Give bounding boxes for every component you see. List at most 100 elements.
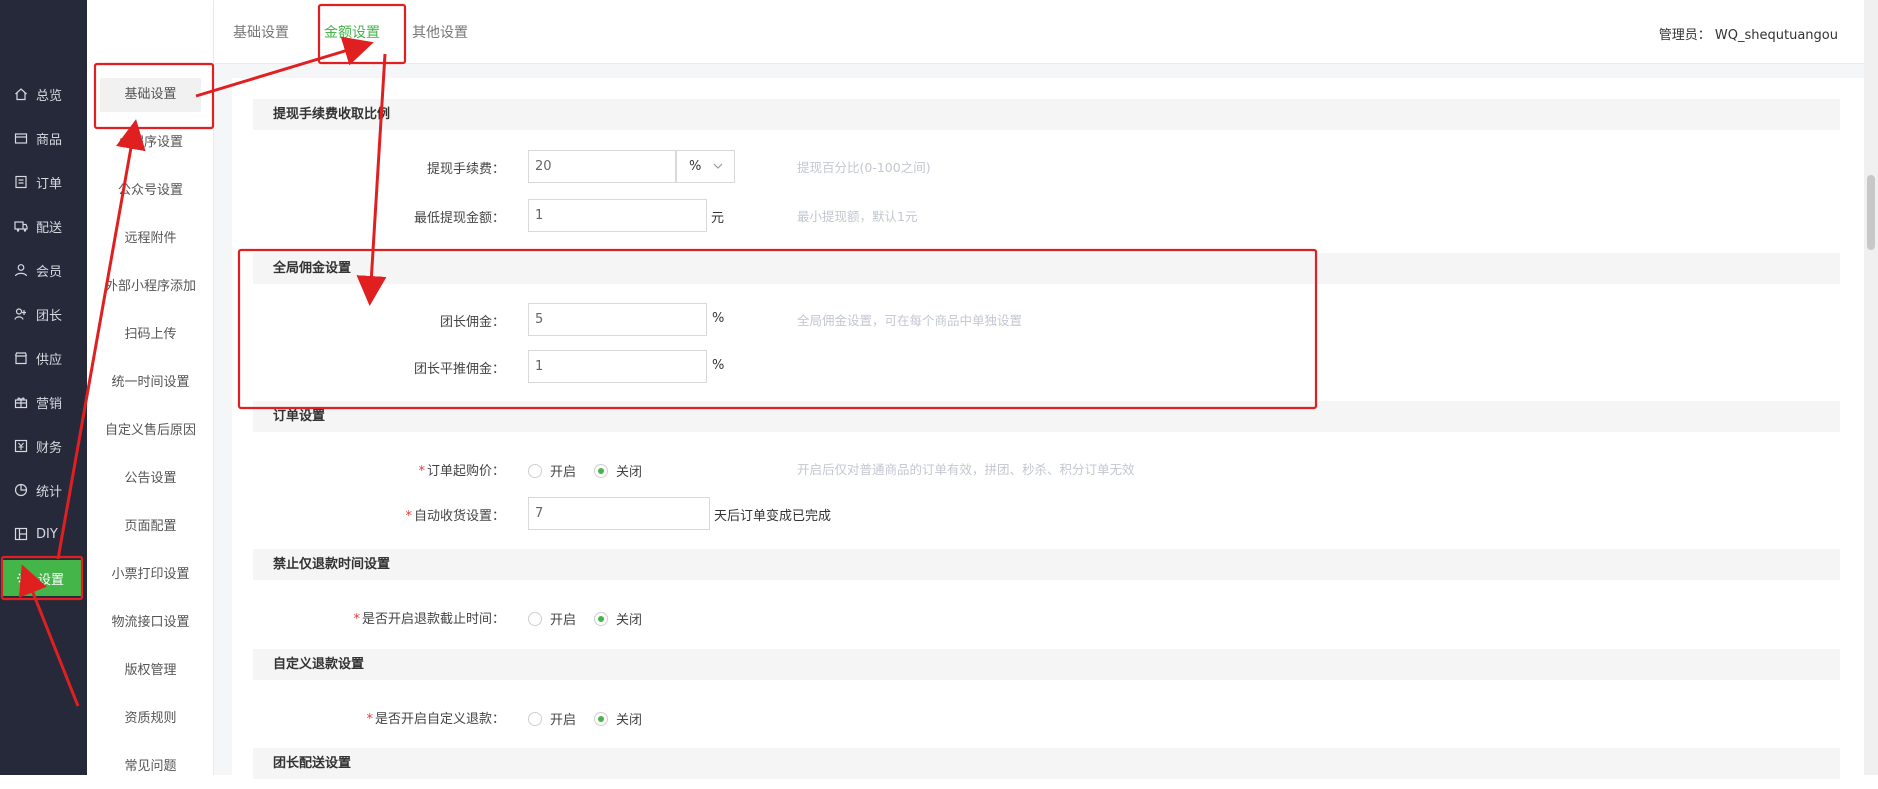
primary-sidebar: 总览 商品 订单 配送 会员 团长 供应 营销 财务 统计 DIY 设置 xyxy=(0,0,87,775)
store-icon xyxy=(14,351,28,365)
scrollbar-thumb[interactable] xyxy=(1867,175,1875,250)
nav-label: DIY xyxy=(36,526,58,542)
nav-label: 会员 xyxy=(36,264,63,280)
custom-refund-label: * 是否开启自定义退款： xyxy=(366,708,505,727)
section-title-order: 订单设置 xyxy=(253,401,1840,432)
section-title-leader-delivery: 团长配送设置 xyxy=(253,748,1840,779)
subnav-basic[interactable]: 基础设置 xyxy=(100,78,201,112)
nav-supply[interactable]: 供应 xyxy=(0,341,87,375)
subnav-remote-attachment[interactable]: 远程附件 xyxy=(87,222,214,256)
required-mark: * xyxy=(353,612,360,627)
nav-marketing[interactable]: 营销 xyxy=(0,385,87,419)
radio-dot-checked xyxy=(594,711,608,726)
subnav-faq[interactable]: 常见问题 xyxy=(87,750,214,784)
radio-label: 关闭 xyxy=(616,613,643,628)
radio-label: 开启 xyxy=(550,465,577,480)
withdraw-min-input[interactable]: 1 xyxy=(528,199,707,232)
custom-refund-on-radio[interactable]: 开启 xyxy=(528,709,576,728)
nav-overview[interactable]: 总览 xyxy=(0,77,87,111)
required-mark: * xyxy=(418,464,425,479)
select-value: % xyxy=(689,159,702,174)
nav-label: 营销 xyxy=(36,396,63,412)
nav-settings[interactable]: 设置 xyxy=(2,560,82,596)
withdraw-fee-unit-select[interactable]: % xyxy=(676,150,735,183)
nav-label: 设置 xyxy=(38,572,65,588)
tab-other[interactable]: 其他设置 xyxy=(412,22,468,42)
withdraw-min-hint: 最小提现额，默认1元 xyxy=(797,209,918,224)
layout-icon xyxy=(14,527,28,541)
label-text: 是否开启自定义退款： xyxy=(374,712,505,727)
auto-receive-input[interactable]: 7 xyxy=(528,497,710,530)
refund-deadline-on-radio[interactable]: 开启 xyxy=(528,609,576,628)
subnav-official-account[interactable]: 公众号设置 xyxy=(87,174,214,208)
radio-label: 关闭 xyxy=(616,713,643,728)
truck-icon xyxy=(14,219,28,233)
subnav-page-config[interactable]: 页面配置 xyxy=(87,510,214,544)
nav-label: 团长 xyxy=(36,308,63,324)
subnav-external-miniprogram[interactable]: 外部小程序添加 xyxy=(87,270,214,304)
label-text: 自动收货设置： xyxy=(413,509,505,524)
order-min-price-off-radio[interactable]: 关闭 xyxy=(594,461,642,480)
subnav-aftersale-reasons[interactable]: 自定义售后原因 xyxy=(87,414,214,448)
withdraw-fee-hint: 提现百分比(0-100之间) xyxy=(797,160,931,175)
nav-label: 商品 xyxy=(36,132,63,148)
subnav-notice[interactable]: 公告设置 xyxy=(87,462,214,496)
settings-card xyxy=(232,78,1864,789)
radio-label: 关闭 xyxy=(616,465,643,480)
subnav-qualification[interactable]: 资质规则 xyxy=(87,702,214,736)
radio-dot-checked xyxy=(594,463,608,478)
required-mark: * xyxy=(405,509,412,524)
nav-delivery[interactable]: 配送 xyxy=(0,209,87,243)
push-commission-label: 团长平推佣金： xyxy=(413,362,505,377)
nav-members[interactable]: 会员 xyxy=(0,253,87,287)
gift-icon xyxy=(14,395,28,409)
radio-dot-checked xyxy=(594,611,608,626)
list-icon xyxy=(14,175,28,189)
leader-commission-input[interactable]: 5 xyxy=(528,303,707,336)
gear-icon xyxy=(16,571,30,585)
withdraw-fee-input[interactable]: 20 xyxy=(528,150,676,183)
section-title-refund-time: 禁止仅退款时间设置 xyxy=(253,549,1840,580)
secondary-sidebar: 基础设置 小程序设置 公众号设置 远程附件 外部小程序添加 扫码上传 统一时间设… xyxy=(87,0,214,775)
nav-orders[interactable]: 订单 xyxy=(0,165,87,199)
scrollbar-track[interactable] xyxy=(1864,0,1878,775)
top-bar: 基础设置 金额设置 其他设置 管理员： WQ_shequtuangou xyxy=(214,0,1864,64)
finance-icon xyxy=(14,439,28,453)
required-mark: * xyxy=(366,712,373,727)
nav-leaders[interactable]: 团长 xyxy=(0,297,87,331)
section-title-commission: 全局佣金设置 xyxy=(253,253,1840,284)
refund-deadline-off-radio[interactable]: 关闭 xyxy=(594,609,642,628)
subnav-copyright[interactable]: 版权管理 xyxy=(87,654,214,688)
section-title-custom-refund: 自定义退款设置 xyxy=(253,649,1840,680)
nav-finance[interactable]: 财务 xyxy=(0,429,87,463)
subnav-miniprogram[interactable]: 小程序设置 xyxy=(87,126,214,160)
leader-commission-hint: 全局佣金设置，可在每个商品中单独设置 xyxy=(797,313,1023,328)
nav-goods[interactable]: 商品 xyxy=(0,121,87,155)
radio-label: 开启 xyxy=(550,613,577,628)
leader-commission-unit: % xyxy=(712,311,725,326)
chevron-down-icon xyxy=(713,163,723,169)
subnav-unified-time[interactable]: 统一时间设置 xyxy=(87,366,214,400)
subnav-scan-upload[interactable]: 扫码上传 xyxy=(87,318,214,352)
nav-label: 总览 xyxy=(36,88,63,104)
nav-stats[interactable]: 统计 xyxy=(0,473,87,507)
subnav-receipt-print[interactable]: 小票打印设置 xyxy=(87,558,214,592)
nav-diy[interactable]: DIY xyxy=(0,517,87,551)
custom-refund-off-radio[interactable]: 关闭 xyxy=(594,709,642,728)
subnav-logistics-api[interactable]: 物流接口设置 xyxy=(87,606,214,640)
withdraw-min-unit: 元 xyxy=(711,211,725,226)
box-icon xyxy=(14,131,28,145)
nav-label: 订单 xyxy=(36,176,63,192)
tab-basic[interactable]: 基础设置 xyxy=(233,22,289,42)
push-commission-input[interactable]: 1 xyxy=(528,350,707,383)
leader-commission-label: 团长佣金： xyxy=(439,315,505,330)
auto-receive-label: * 自动收货设置： xyxy=(405,505,505,524)
nav-label: 财务 xyxy=(36,440,63,456)
order-min-price-on-radio[interactable]: 开启 xyxy=(528,461,576,480)
auto-receive-unit: 天后订单变成已完成 xyxy=(714,509,832,524)
leader-icon xyxy=(14,307,28,321)
order-min-price-hint: 开启后仅对普通商品的订单有效，拼团、秒杀、积分订单无效 xyxy=(797,462,1135,477)
withdraw-min-label: 最低提现金额： xyxy=(413,211,505,226)
tab-amount[interactable]: 金额设置 xyxy=(324,22,380,42)
home-icon xyxy=(14,87,28,101)
